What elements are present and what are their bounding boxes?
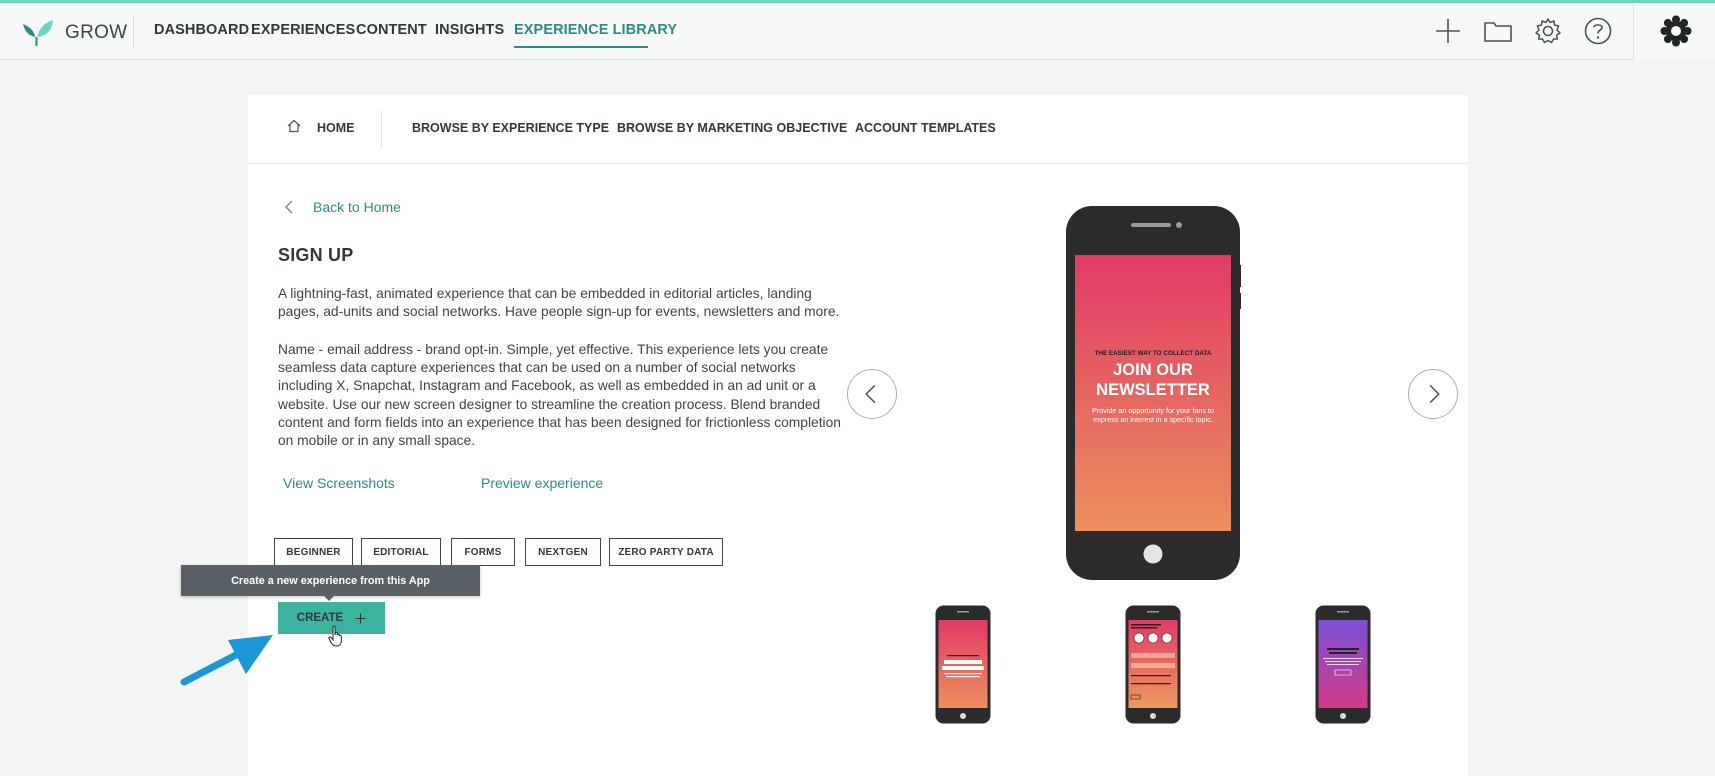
screen-body-1: Provide an opportunity for your fans to (1092, 406, 1214, 415)
library-subnav: HOME BROWSE BY EXPERIENCE TYPE BROWSE BY… (248, 95, 1468, 164)
active-nav-underline (514, 46, 648, 48)
carousel-prev-button[interactable] (847, 369, 897, 419)
tag-editorial[interactable]: EDITORIAL (361, 538, 441, 566)
hand-cursor-icon (328, 625, 342, 647)
brand-name[interactable]: GROW (65, 22, 127, 44)
screen-headline-2: NEWSLETTER (1096, 381, 1210, 399)
subnav-divider (381, 110, 382, 148)
nav-dashboard[interactable]: DASHBOARD (154, 22, 249, 38)
folder-icon[interactable] (1483, 16, 1513, 46)
thumbnail-form[interactable] (1125, 605, 1181, 724)
preview-experience-link[interactable]: Preview experience (481, 475, 603, 491)
experience-title: SIGN UP (278, 245, 354, 265)
tag-nextgen[interactable]: NEXTGEN (525, 538, 601, 566)
phone-preview: THE EASIEST WAY TO COLLECT DATA JOIN OUR… (1066, 206, 1241, 580)
subnav-browse-marketing-objective[interactable]: BROWSE BY MARKETING OBJECTIVE (617, 121, 847, 135)
nav-experiences[interactable]: EXPERIENCES (251, 22, 355, 38)
experience-details: Name - email address - brand opt-in. Sim… (278, 342, 841, 449)
screen-kicker: THE EASIEST WAY TO COLLECT DATA (1095, 350, 1212, 357)
grow-logo-icon[interactable] (21, 16, 55, 48)
thumbnail-thank-you[interactable] (1315, 605, 1371, 724)
tag-forms[interactable]: FORMS (451, 538, 515, 566)
subnav-browse-experience-type[interactable]: BROWSE BY EXPERIENCE TYPE (412, 121, 609, 135)
home-icon[interactable] (287, 119, 301, 133)
nav-divider (133, 16, 134, 49)
settings-icon[interactable] (1533, 16, 1563, 46)
experience-detail-card: HOME BROWSE BY EXPERIENCE TYPE BROWSE BY… (181, 95, 1468, 776)
subnav-account-templates[interactable]: ACCOUNT TEMPLATES (855, 121, 996, 135)
plus-icon (355, 613, 366, 623)
plus-icon[interactable] (1433, 16, 1463, 46)
nav-insights[interactable]: INSIGHTS (435, 22, 504, 38)
gear-badge-icon[interactable] (1660, 15, 1692, 47)
screen-headline-1: JOIN OUR (1113, 361, 1193, 379)
account-panel (1633, 3, 1715, 60)
tag-zero-party-data[interactable]: ZERO PARTY DATA (609, 538, 723, 566)
nav-content[interactable]: CONTENT (356, 22, 427, 38)
tooltip-pointer (323, 595, 335, 601)
create-tooltip: Create a new experience from this App (181, 565, 480, 596)
carousel-next-button[interactable] (1408, 369, 1458, 419)
create-button-label: CREATE (296, 612, 344, 624)
help-icon[interactable] (1583, 16, 1613, 46)
tag-beginner[interactable]: BEGINNER (274, 538, 353, 566)
nav-experience-library[interactable]: EXPERIENCE LIBRARY (514, 22, 677, 38)
pointer-arrow-icon (180, 635, 273, 686)
chevron-left-icon[interactable] (284, 199, 294, 215)
subnav-home[interactable]: HOME (317, 121, 355, 135)
back-to-home-link[interactable]: Back to Home (313, 199, 401, 215)
view-screenshots-link[interactable]: View Screenshots (283, 475, 395, 491)
thumbnail-newsletter[interactable] (935, 605, 991, 724)
top-navigation-bar: GROW DASHBOARD EXPERIENCES CONTENT INSIG… (0, 3, 1715, 60)
experience-description: A lightning-fast, animated experience th… (278, 286, 840, 320)
screen-body-2: express an interest in a specific topic. (1093, 415, 1212, 424)
